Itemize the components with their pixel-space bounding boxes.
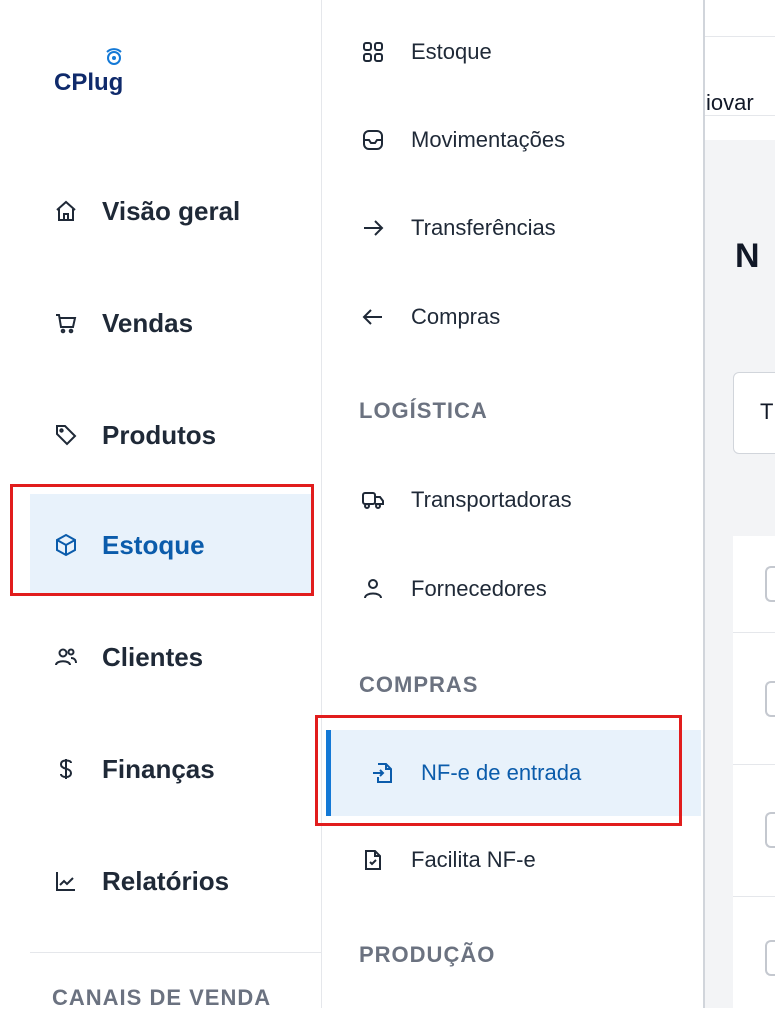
dollar-icon xyxy=(52,755,80,783)
sidebar-divider xyxy=(30,952,322,953)
sidebar-item-clientes[interactable]: Clientes xyxy=(30,606,312,708)
tag-icon xyxy=(52,421,80,449)
table-row-divider xyxy=(733,896,775,897)
sidebar-item-estoque[interactable]: Estoque xyxy=(30,494,312,596)
sidebar-item-label: Vendas xyxy=(102,307,194,338)
submenu-item-label: Facilita NF-e xyxy=(411,847,536,872)
estoque-submenu: Estoque Movimentações Transferências Com… xyxy=(323,0,703,1008)
submenu-item-label: Compras xyxy=(411,304,501,329)
table-row-divider xyxy=(733,632,775,633)
sidebar-item-label: Produtos xyxy=(102,419,217,450)
file-import-icon xyxy=(369,759,397,787)
submenu-item-label: Estoque xyxy=(411,39,492,64)
chart-icon xyxy=(52,867,80,895)
submenu-item-label: NF-e de entrada xyxy=(421,760,582,785)
sidebar-item-visao-geral[interactable]: Visão geral xyxy=(30,160,312,262)
panel-divider xyxy=(703,0,705,1008)
submenu-item-compras[interactable]: Compras xyxy=(323,287,701,347)
sidebar-item-financas[interactable]: Finanças xyxy=(30,718,312,820)
submenu-item-facilita-nfe[interactable]: Facilita NF-e xyxy=(323,830,701,890)
row-checkbox[interactable] xyxy=(765,812,775,848)
user-name[interactable]: iovar xyxy=(706,90,775,116)
row-checkbox[interactable] xyxy=(765,566,775,602)
sidebar-item-produtos[interactable]: Produtos xyxy=(30,384,312,486)
submenu-item-movimentacoes[interactable]: Movimentações xyxy=(323,110,701,170)
table-panel xyxy=(733,536,775,1008)
submenu-item-label: Transportadoras xyxy=(411,487,572,512)
submenu-header-logistica: LOGÍSTICA xyxy=(359,398,488,423)
submenu-item-label: Transferências xyxy=(411,215,556,240)
submenu-item-transportadoras[interactable]: Transportadoras xyxy=(323,470,701,530)
cart-icon xyxy=(52,309,80,337)
section-canais-de-venda: CANAIS DE VENDA xyxy=(52,985,272,1010)
file-check-icon xyxy=(359,846,387,874)
svg-text:CPlug: CPlug xyxy=(54,69,123,96)
primary-sidebar: CPlug Visão geral Vendas Produtos Estoqu… xyxy=(30,0,322,1010)
truck-icon xyxy=(359,486,387,514)
cplug-logo[interactable]: CPlug xyxy=(54,46,124,96)
row-checkbox[interactable] xyxy=(765,681,775,717)
inbox-icon xyxy=(359,126,387,154)
sidebar-item-label: Visão geral xyxy=(102,195,241,226)
table-row-divider xyxy=(733,764,775,765)
arrow-right-icon xyxy=(359,214,387,242)
box-icon xyxy=(52,531,80,559)
sidebar-item-label: Finanças xyxy=(102,753,215,784)
users-icon xyxy=(52,643,80,671)
sidebar-item-label: Estoque xyxy=(102,529,205,560)
sidebar-item-relatorios[interactable]: Relatórios xyxy=(30,830,312,932)
sidebar-item-vendas[interactable]: Vendas xyxy=(30,272,312,374)
submenu-item-label: Fornecedores xyxy=(411,576,547,601)
sidebar-item-label: Relatórios xyxy=(102,865,230,896)
submenu-item-transferencias[interactable]: Transferências xyxy=(323,198,701,258)
arrow-left-icon xyxy=(359,303,387,331)
user-icon xyxy=(359,575,387,603)
grid-icon xyxy=(359,38,387,66)
submenu-header-producao: PRODUÇÃO xyxy=(359,942,496,967)
submenu-item-nfe-de-entrada[interactable]: NF-e de entrada xyxy=(326,730,701,816)
submenu-item-label: Movimentações xyxy=(411,127,566,152)
submenu-header-compras: COMPRAS xyxy=(359,672,479,697)
submenu-item-fornecedores[interactable]: Fornecedores xyxy=(323,559,701,619)
home-icon xyxy=(52,197,80,225)
sidebar-item-label: Clientes xyxy=(102,641,204,672)
submenu-item-estoque[interactable]: Estoque xyxy=(323,22,701,82)
filter-select-value: T xyxy=(760,399,774,424)
row-checkbox[interactable] xyxy=(765,940,775,976)
page-title: N xyxy=(735,237,760,275)
